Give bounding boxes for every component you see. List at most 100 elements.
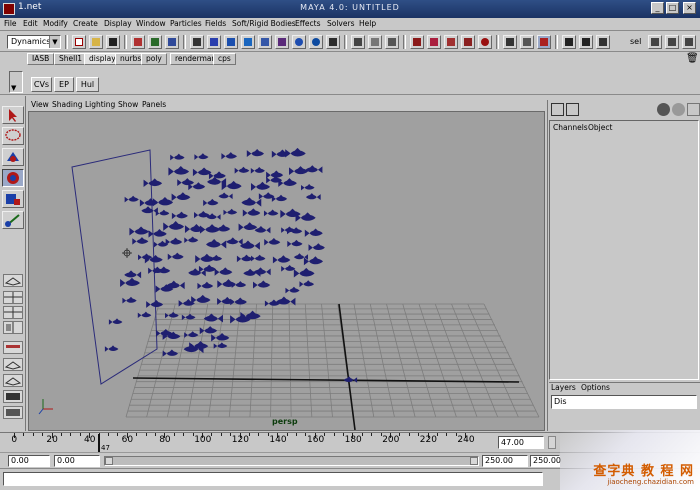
clapboard-ipr-icon[interactable] [579, 35, 593, 49]
ipr-render-icon[interactable] [385, 35, 399, 49]
layout-graph-icon[interactable] [3, 374, 23, 387]
menu-edit[interactable]: Edit [23, 19, 38, 28]
scale-tool-icon[interactable] [2, 190, 24, 208]
open-scene-icon[interactable] [89, 35, 103, 49]
maximize-button[interactable]: □ [666, 2, 679, 14]
menu-fields[interactable]: Fields [205, 19, 226, 28]
snap-grid-icon[interactable] [190, 35, 204, 49]
layers-menu[interactable]: Layers [551, 383, 576, 392]
shelf-button-ep[interactable]: EP [54, 77, 74, 92]
lasso-tool-icon[interactable] [2, 127, 24, 145]
menu-particles[interactable]: Particles [170, 19, 202, 28]
layout-persp-persp-icon[interactable] [3, 358, 23, 371]
key-attr-icon[interactable] [672, 103, 685, 116]
menu-effects[interactable]: Effects [295, 19, 321, 28]
playback-start-field[interactable]: 0.00 [54, 455, 100, 467]
panel-menu-show[interactable]: Show [118, 100, 138, 109]
menu-help[interactable]: Help [359, 19, 376, 28]
select-by-surface-icon[interactable] [461, 35, 475, 49]
channel-options-icon[interactable] [687, 103, 700, 116]
make-live-icon[interactable] [258, 35, 272, 49]
menu-create[interactable]: Create [73, 19, 98, 28]
go-to-start-icon[interactable] [548, 436, 556, 449]
shelf-button-cvs[interactable]: CVs [31, 77, 52, 92]
select-tool-icon[interactable] [2, 106, 24, 124]
menu-window[interactable]: Window [136, 19, 166, 28]
render-globals-icon[interactable] [596, 35, 610, 49]
select-by-rendering-icon[interactable] [520, 35, 534, 49]
select-object-icon[interactable] [148, 35, 162, 49]
lock-attr-icon[interactable] [657, 103, 670, 116]
tab-shell1[interactable]: Shell1 [54, 53, 88, 65]
shelf-menu-arrow-icon[interactable]: ▼ [11, 84, 16, 92]
channel-box-icon[interactable] [551, 103, 564, 116]
panel-menu-view[interactable]: View [31, 100, 49, 109]
menu-display[interactable]: Display [104, 19, 132, 28]
tab-cps[interactable]: cps [213, 53, 236, 65]
layout-persp-outliner-icon[interactable] [3, 306, 23, 319]
layout-hypershade-icon[interactable] [3, 341, 23, 354]
input-icon[interactable] [275, 35, 289, 49]
select-by-handle-icon[interactable] [410, 35, 424, 49]
panel-menu-panels[interactable]: Panels [142, 100, 166, 109]
snap-curve-icon[interactable] [207, 35, 221, 49]
output-icon[interactable] [292, 35, 306, 49]
select-by-joint-icon[interactable] [427, 35, 441, 49]
current-time-field[interactable]: 47.00 [498, 436, 544, 449]
render-icon[interactable] [368, 35, 382, 49]
new-scene-icon[interactable] [72, 35, 86, 49]
object-menu[interactable]: Object [588, 123, 612, 132]
tab-iasb[interactable]: IASB [27, 53, 55, 65]
minimize-button[interactable]: _ [651, 2, 664, 14]
panel-menu-lighting[interactable]: Lighting [85, 100, 115, 109]
construction-history-icon[interactable] [326, 35, 340, 49]
scene-canvas[interactable] [29, 112, 545, 431]
chevron-down-icon[interactable]: ▼ [49, 36, 60, 48]
mel-command-field[interactable] [3, 472, 543, 486]
attribute-list-icon[interactable] [566, 103, 579, 116]
range-end-handle[interactable] [470, 457, 478, 465]
tab-poly[interactable]: poly [141, 53, 167, 65]
layout-single-persp-icon[interactable] [3, 274, 23, 287]
start-time-field[interactable]: 0.00 [8, 455, 50, 467]
manipulator-tool-icon[interactable] [2, 211, 24, 229]
select-misc-icon[interactable] [537, 35, 551, 49]
perspective-viewport[interactable]: persp [28, 111, 545, 431]
menu-modify[interactable]: Modify [43, 19, 68, 28]
time-ruler[interactable]: 0 20 40 60 80 100 120 140 160 180 200 220 240 47 [0, 433, 500, 453]
layout-uv-icon[interactable] [3, 406, 23, 419]
clapboard-icon[interactable] [562, 35, 576, 49]
select-component-icon[interactable] [165, 35, 179, 49]
range-bar[interactable] [104, 456, 479, 466]
trash-icon[interactable]: 🗑 [686, 53, 699, 64]
layout-outliner-icon[interactable] [3, 390, 23, 403]
panel-menu-shading[interactable]: Shading [52, 100, 82, 109]
save-scene-icon[interactable] [106, 35, 120, 49]
attribute-editor-icon[interactable] [648, 35, 662, 49]
layout-persp-graph-icon[interactable] [3, 321, 23, 334]
select-by-deformer-icon[interactable] [478, 35, 492, 49]
select-hierarchy-icon[interactable] [131, 35, 145, 49]
options-menu[interactable]: Options [581, 383, 610, 392]
channel-list[interactable]: Channels Object [549, 120, 699, 380]
move-tool-icon[interactable] [2, 148, 24, 166]
layout-four-view-icon[interactable] [3, 291, 23, 304]
menuset-dropdown[interactable]: Dynamics ▼ [7, 35, 61, 49]
snap-point-icon[interactable] [224, 35, 238, 49]
shelf-button-hull[interactable]: Hul [76, 77, 99, 92]
menu-file[interactable]: File [4, 19, 17, 28]
playback-end-field[interactable]: 250.00 [482, 455, 528, 467]
channel-box-toggle-icon[interactable] [682, 35, 696, 49]
select-by-curve-icon[interactable] [444, 35, 458, 49]
tool-settings-icon[interactable] [665, 35, 679, 49]
snap-view-icon[interactable] [241, 35, 255, 49]
range-start-handle[interactable] [105, 457, 113, 465]
select-by-dynamic-icon[interactable] [503, 35, 517, 49]
history-icon[interactable] [309, 35, 323, 49]
end-time-field[interactable]: 250.00 [530, 455, 561, 467]
menu-solvers[interactable]: Solvers [327, 19, 354, 28]
current-time-marker[interactable] [98, 434, 100, 452]
close-button[interactable]: × [683, 2, 696, 14]
lock-icon[interactable] [351, 35, 365, 49]
rotate-tool-icon[interactable] [2, 169, 24, 187]
